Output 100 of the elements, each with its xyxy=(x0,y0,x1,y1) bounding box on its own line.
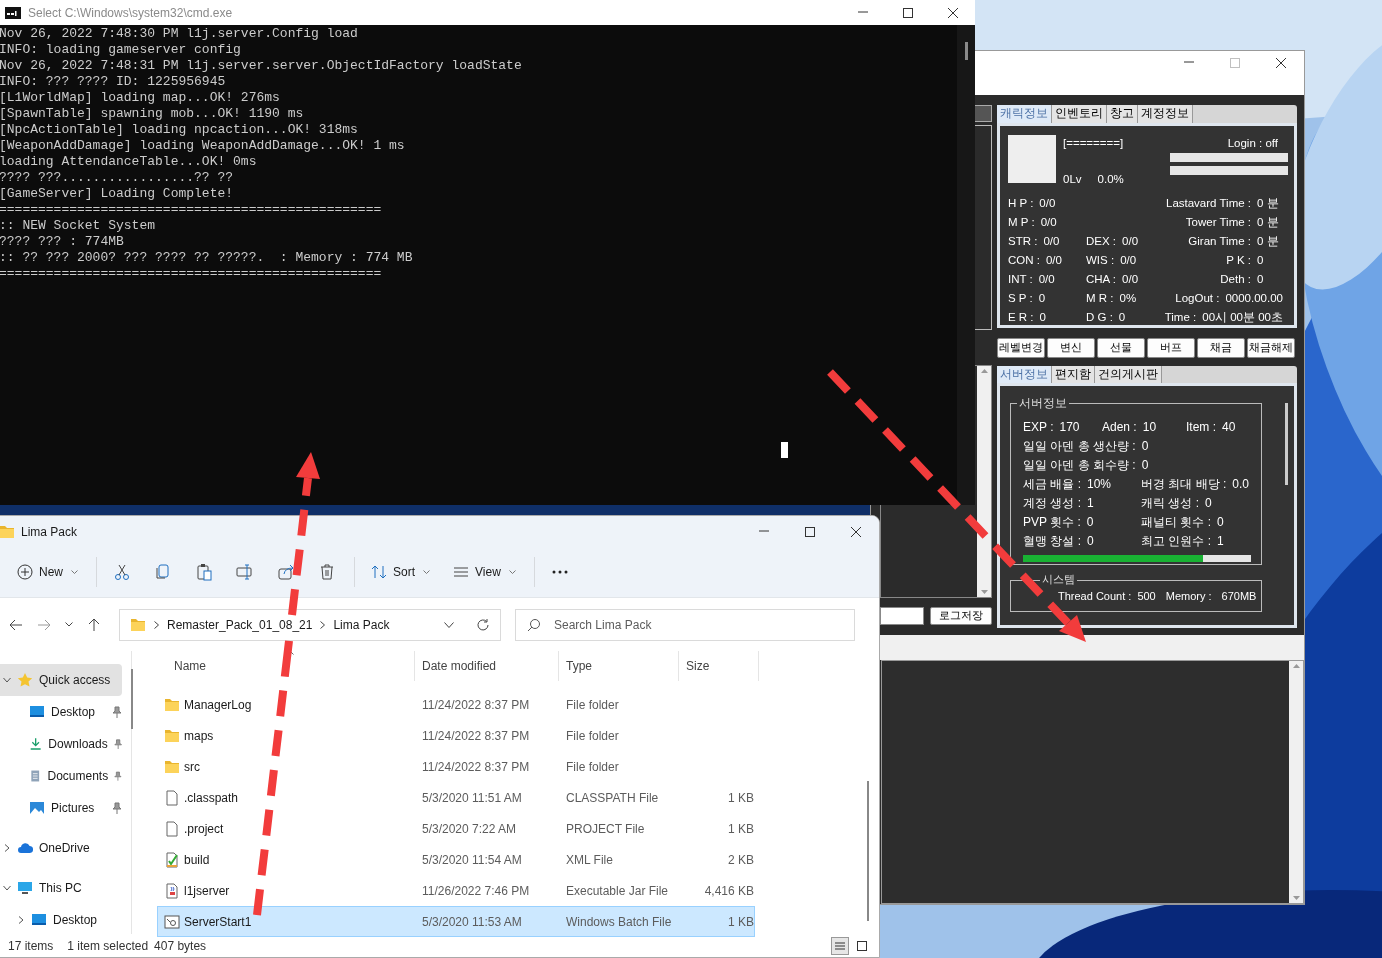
chevron-down-icon[interactable] xyxy=(3,884,11,892)
close-icon[interactable] xyxy=(1275,57,1287,69)
file-name: ServerStart1 xyxy=(184,914,252,929)
paste-icon[interactable] xyxy=(195,563,213,581)
stat-label: M P : xyxy=(1008,216,1035,229)
login-status: Login : off xyxy=(1227,136,1278,149)
stat-label: DEX : xyxy=(1086,235,1117,248)
star-icon xyxy=(17,672,33,688)
file-row[interactable]: l1jserver 11/26/2022 7:46 PM Executable Jar File 4,416 KB xyxy=(157,875,755,906)
file-row[interactable]: maps 11/24/2022 8:37 PM File folder xyxy=(157,720,755,751)
info-value: 170 xyxy=(1059,420,1080,435)
nav-item[interactable]: Downloads xyxy=(0,728,122,760)
file-name: build xyxy=(184,852,210,867)
action-button[interactable]: 선물 xyxy=(1097,337,1145,358)
pin-icon xyxy=(112,802,122,814)
chevron-down-icon[interactable] xyxy=(444,621,454,628)
save-log-button[interactable]: 로그저장 xyxy=(930,606,992,625)
nav-item[interactable]: Desktop xyxy=(0,696,122,728)
scissors-icon[interactable] xyxy=(113,563,131,581)
sort-button[interactable]: Sort xyxy=(363,556,439,588)
tab[interactable]: 인벤토리 xyxy=(1052,104,1107,123)
action-button[interactable]: 채금 xyxy=(1197,337,1245,358)
column-header[interactable]: Name xyxy=(157,651,415,681)
file-row[interactable]: src 11/24/2022 8:37 PM File folder xyxy=(157,751,755,782)
refresh-icon[interactable] xyxy=(476,617,490,632)
file-size: 1 KB xyxy=(727,790,755,805)
new-button[interactable]: New xyxy=(9,556,86,588)
tab[interactable]: 계정정보 xyxy=(1138,104,1193,123)
folder-icon xyxy=(130,616,146,633)
back-arrow-icon[interactable] xyxy=(9,617,23,632)
maximize-icon[interactable] xyxy=(901,6,914,19)
file-row[interactable]: ManagerLog 11/24/2022 8:37 PM File folder xyxy=(157,689,755,720)
tab[interactable]: 창고 xyxy=(1107,104,1138,123)
file-row[interactable]: ServerStart1 5/3/2020 11:53 AM Windows Batch File 1 KB xyxy=(157,906,755,937)
file-row[interactable]: .classpath 5/3/2020 11:51 AM CLASSPATH File 1 KB xyxy=(157,782,755,813)
address-bar[interactable]: Remaster_Pack_01_08_21 Lima Pack xyxy=(119,608,501,641)
caret-icon[interactable] xyxy=(65,622,73,627)
console-line: :: ?? ??? 2000? ??? ???? ?? ?????. : Memory : 774 MB xyxy=(0,250,414,266)
breadcrumb-item[interactable]: Remaster_Pack_01_08_21 xyxy=(167,617,313,632)
stat-value: 0/0 xyxy=(1045,254,1062,267)
scrollbar[interactable] xyxy=(867,781,869,921)
maximize-icon[interactable] xyxy=(804,525,816,538)
column-header[interactable]: Size xyxy=(679,651,759,681)
scroll-up-icon[interactable] xyxy=(1292,663,1300,668)
rename-icon[interactable] xyxy=(236,563,254,581)
stat-value: 0/0 xyxy=(1120,254,1137,267)
info-label: 버경 최대 배당 : xyxy=(1141,475,1227,493)
close-icon[interactable] xyxy=(850,525,862,538)
stat-value: 00시 00분 00초 xyxy=(1202,309,1283,325)
nav-item[interactable]: Pictures xyxy=(0,792,122,824)
nav-item[interactable]: Documents xyxy=(0,760,122,792)
nav-item[interactable]: Quick access xyxy=(0,664,122,696)
column-header[interactable]: Type xyxy=(559,651,679,681)
folder-icon xyxy=(164,758,180,775)
share-icon[interactable] xyxy=(277,563,295,581)
file-name: l1jserver xyxy=(184,883,230,898)
file-row[interactable]: build 5/3/2020 11:54 AM XML File 2 KB xyxy=(157,844,755,875)
text-field[interactable] xyxy=(880,606,924,625)
action-button[interactable]: 변신 xyxy=(1047,337,1095,358)
info-label: 일일 아덴 총 생산량 : xyxy=(1023,437,1136,455)
console-line: :: NEW Socket System xyxy=(0,218,157,234)
scrollbar[interactable] xyxy=(957,25,975,505)
trash-icon[interactable] xyxy=(318,563,336,581)
stat-label: P K : xyxy=(1226,254,1251,267)
action-button[interactable]: 레벨변경 xyxy=(997,337,1045,358)
caret-icon xyxy=(423,570,431,574)
nav-item[interactable]: Desktop xyxy=(0,904,122,936)
file-row[interactable]: .project 5/3/2020 7:22 AM PROJECT File 1 KB xyxy=(157,813,755,844)
scrollbar[interactable] xyxy=(131,669,133,729)
scrollbar[interactable] xyxy=(1289,660,1303,903)
breadcrumb-item[interactable]: Lima Pack xyxy=(333,617,390,632)
copy-icon[interactable] xyxy=(154,563,172,581)
forward-arrow-icon[interactable] xyxy=(37,617,51,632)
search-field[interactable]: Search Lima Pack xyxy=(515,608,855,641)
scroll-down-icon[interactable] xyxy=(1292,896,1300,900)
scrollbar[interactable] xyxy=(1285,402,1288,485)
chevron-down-icon[interactable] xyxy=(3,676,11,684)
nav-item[interactable]: OneDrive xyxy=(0,832,122,864)
scroll-down-icon[interactable] xyxy=(980,589,988,594)
close-icon[interactable] xyxy=(946,6,959,19)
tab[interactable]: 건의게시판 xyxy=(1095,365,1162,383)
view-button[interactable]: View xyxy=(445,556,524,588)
nav-item[interactable]: This PC xyxy=(0,872,122,904)
action-button[interactable]: 버프 xyxy=(1147,337,1195,358)
scrollbar[interactable] xyxy=(977,365,991,597)
scroll-up-icon[interactable] xyxy=(980,368,988,373)
stat-value: 0/0 xyxy=(1040,216,1057,229)
selection-size: 407 bytes xyxy=(154,938,207,953)
info-value: 1 xyxy=(1217,534,1224,549)
info-value: 1 xyxy=(1087,496,1094,511)
chevron-right-icon[interactable] xyxy=(3,844,11,852)
chevron-right-icon[interactable] xyxy=(17,916,25,924)
up-arrow-icon[interactable] xyxy=(87,617,101,632)
info-value: 0 xyxy=(1217,515,1224,530)
action-button[interactable]: 채금해제 xyxy=(1247,337,1295,358)
tab[interactable]: 서버정보 xyxy=(997,365,1052,383)
tab[interactable]: 캐릭정보 xyxy=(997,104,1052,123)
file-type: XML File xyxy=(565,852,614,867)
tab[interactable]: 편지함 xyxy=(1052,365,1095,383)
column-header[interactable]: Date modified xyxy=(415,651,559,681)
